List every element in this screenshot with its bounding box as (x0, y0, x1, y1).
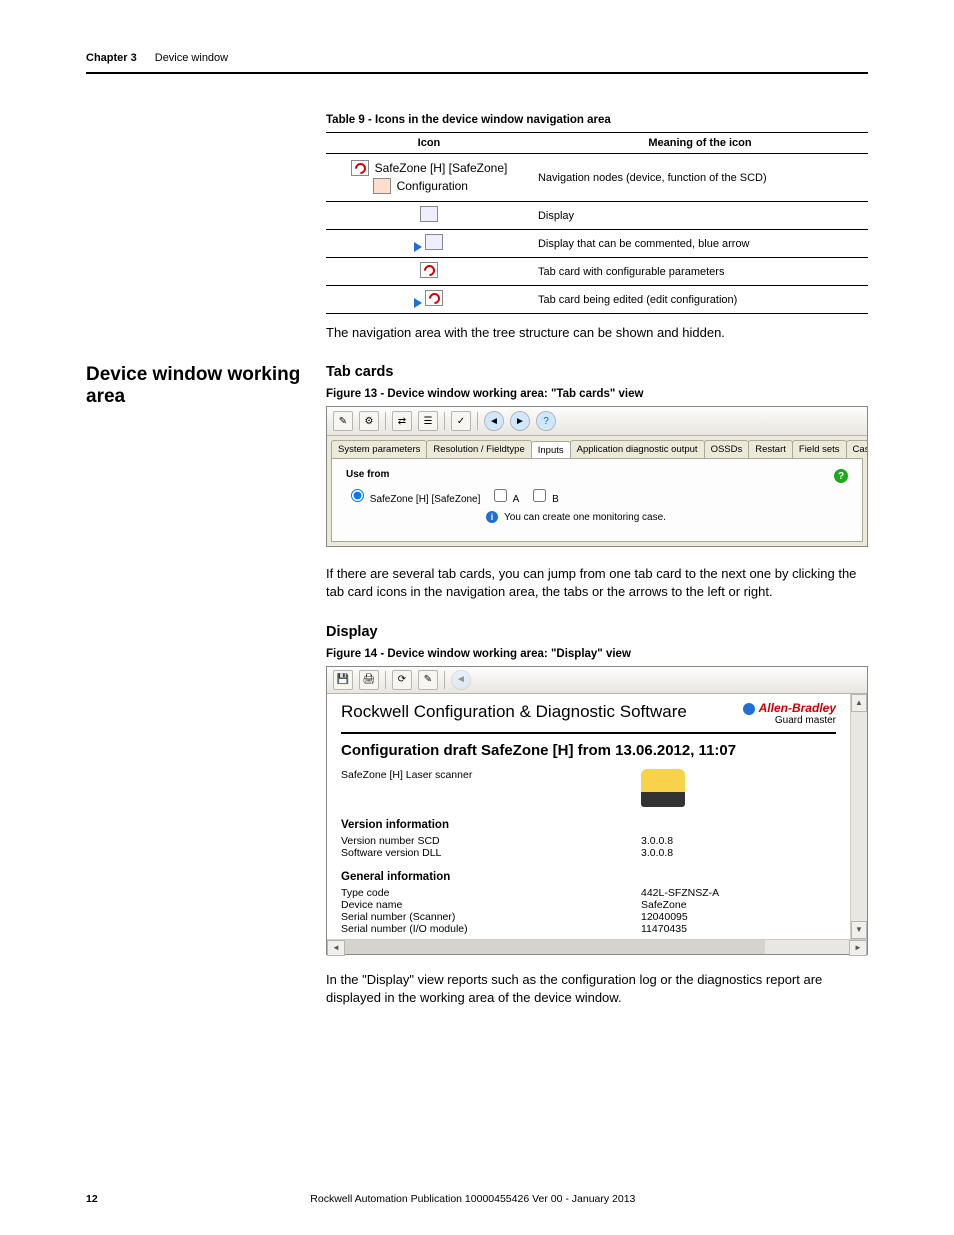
table9-meaning: Display that can be commented, blue arro… (532, 230, 868, 258)
chapter-label: Chapter 3 (86, 52, 137, 64)
nav-next-button[interactable]: ► (510, 411, 530, 431)
fig13-tabstrip: System parameters Resolution / Fieldtype… (327, 436, 867, 458)
fig13-toolbar: ✎ ⚙ ⇄ ☰ ✓ ◄ ► ? (327, 407, 867, 436)
nav-button[interactable]: ◄ (451, 670, 471, 690)
page-number: 12 (86, 1193, 98, 1205)
toolbar-button[interactable]: ☰ (418, 411, 438, 431)
doc-subtitle: Configuration draft SafeZone [H] from 13… (341, 742, 836, 759)
table9-meaning: Navigation nodes (device, function of th… (532, 154, 868, 202)
table9: Icon Meaning of the icon SafeZone [H] [S… (326, 132, 868, 314)
section-general: General information (341, 871, 836, 883)
kv-row: Type code442L-SFZNSZ-A (341, 887, 836, 899)
scanner-icon (641, 769, 685, 807)
tab-app-diag-output[interactable]: Application diagnostic output (570, 440, 705, 458)
kv-row: Version number SCD3.0.0.8 (341, 835, 836, 847)
tab-restart[interactable]: Restart (748, 440, 793, 458)
nav-tree-icon: SafeZone [H] [SafeZone] Configuration (351, 158, 508, 196)
table-row: Tab card being edited (edit configuratio… (326, 286, 868, 314)
radio-safezone[interactable]: SafeZone [H] [SafeZone] (346, 486, 480, 505)
scanner-label: SafeZone [H] Laser scanner (341, 769, 641, 781)
page-footer: 12 Rockwell Automation Publication 10000… (86, 1193, 868, 1205)
table9-meaning: Tab card being edited (edit configuratio… (532, 286, 868, 314)
kv-row: Serial number (Scanner)12040095 (341, 911, 836, 923)
checkbox-a[interactable]: A (490, 486, 519, 505)
config-icon (373, 178, 391, 194)
tab-cases[interactable]: Cases (846, 440, 867, 458)
tabcards-heading: Tab cards (326, 364, 868, 380)
kv-row: Device nameSafeZone (341, 899, 836, 911)
table9-head-meaning: Meaning of the icon (532, 133, 868, 154)
table9-head-icon: Icon (326, 133, 532, 154)
table9-caption: Table 9 - Icons in the device window nav… (326, 114, 868, 126)
tab-field-sets[interactable]: Field sets (792, 440, 847, 458)
figure13-caption: Figure 13 - Device window working area: … (326, 388, 868, 400)
figure14-panel: 💾 🖨 ⟳ ✎ ◄ Rockwell Configuration & Diagn… (326, 666, 868, 955)
running-header: Chapter 3 Device window (86, 52, 868, 74)
blue-arrow-icon (414, 242, 422, 252)
table-row: SafeZone [H] [SafeZone] Configuration Na… (326, 154, 868, 202)
brand-block: Allen-Bradley Guard master (743, 702, 836, 726)
display-heading: Display (326, 624, 868, 640)
print-button[interactable]: 🖨 (359, 670, 379, 690)
save-button[interactable]: 💾 (333, 670, 353, 690)
info-icon: i (486, 511, 498, 523)
chapter-title: Device window (155, 52, 228, 64)
kv-row: Software version DLL3.0.0.8 (341, 847, 836, 859)
toolbar-button[interactable]: ⚙ (359, 411, 379, 431)
tab-ossds[interactable]: OSSDs (704, 440, 750, 458)
toolbar-button[interactable]: ⇄ (392, 411, 412, 431)
tree-sub-label: Configuration (397, 179, 468, 193)
vertical-scrollbar[interactable]: ▲ ▼ (850, 694, 867, 939)
checkbox-b[interactable]: B (529, 486, 558, 505)
display-paragraph: In the "Display" view reports such as th… (326, 971, 868, 1007)
table-row: Display (326, 202, 868, 230)
tab-system-parameters[interactable]: System parameters (331, 440, 427, 458)
wrench-icon (351, 160, 369, 176)
figure13-panel: ✎ ⚙ ⇄ ☰ ✓ ◄ ► ? System parameters Resolu… (326, 406, 868, 547)
edit-button[interactable]: ✎ (418, 670, 438, 690)
fig13-tab-body: Use from SafeZone [H] [SafeZone] A B i Y… (331, 458, 863, 542)
figure14-caption: Figure 14 - Device window working area: … (326, 648, 868, 660)
scroll-up-button[interactable]: ▲ (851, 694, 867, 712)
kv-row: Serial number (I/O module)11470435 (341, 923, 836, 935)
tree-top-label: SafeZone [H] [SafeZone] (375, 161, 508, 175)
table9-meaning: Display (532, 202, 868, 230)
side-heading: Device window working area (86, 364, 326, 408)
publication-line: Rockwell Automation Publication 10000455… (98, 1193, 848, 1205)
fig14-toolbar: 💾 🖨 ⟳ ✎ ◄ (327, 667, 867, 694)
help-button[interactable]: ? (536, 411, 556, 431)
scroll-left-button[interactable]: ◄ (327, 940, 345, 956)
tabcard-edit-icon (425, 290, 443, 306)
tabcards-paragraph: If there are several tab cards, you can … (326, 565, 868, 601)
refresh-button[interactable]: ⟳ (392, 670, 412, 690)
ab-logo-icon (743, 703, 755, 715)
help-icon[interactable]: ? (834, 469, 848, 483)
tabcard-icon (420, 262, 438, 278)
table-row: Display that can be commented, blue arro… (326, 230, 868, 258)
horizontal-scrollbar[interactable]: ◄ ► (327, 939, 867, 954)
display-icon (420, 206, 438, 222)
table9-meaning: Tab card with configurable parameters (532, 258, 868, 286)
nav-paragraph: The navigation area with the tree struct… (326, 324, 868, 342)
scroll-down-button[interactable]: ▼ (851, 921, 867, 939)
info-message: i You can create one monitoring case. (486, 511, 834, 523)
toolbar-button[interactable]: ✎ (333, 411, 353, 431)
group-title: Use from (346, 469, 834, 480)
doc-title: Rockwell Configuration & Diagnostic Soft… (341, 702, 687, 722)
scroll-right-button[interactable]: ► (849, 940, 867, 956)
tab-inputs[interactable]: Inputs (531, 441, 571, 458)
display-icon (425, 234, 443, 250)
section-version: Version information (341, 819, 836, 831)
nav-prev-button[interactable]: ◄ (484, 411, 504, 431)
tab-resolution-fieldtype[interactable]: Resolution / Fieldtype (426, 440, 531, 458)
toolbar-button[interactable]: ✓ (451, 411, 471, 431)
blue-arrow-icon (414, 298, 422, 308)
table-row: Tab card with configurable parameters (326, 258, 868, 286)
